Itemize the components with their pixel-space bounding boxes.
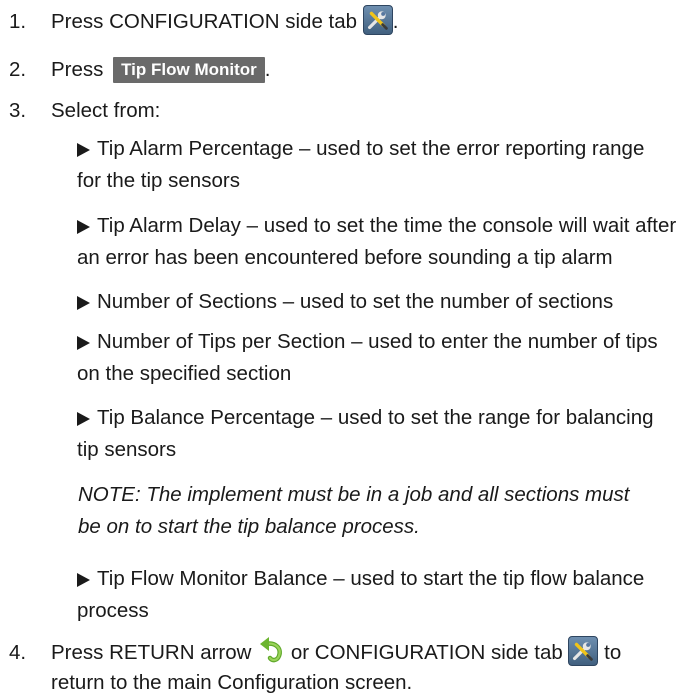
note: NOTE: The implement must be in a job and… [78,479,678,543]
list-item: Tip Balance Percentage – used to set the… [77,402,677,466]
bullet-triangle-icon [77,412,90,426]
step-text: Select from: [51,99,161,122]
bullet-triangle-icon [77,220,90,234]
bullet-triangle-icon [77,143,90,157]
option-line: Tip Alarm Percentage – used to set the e… [97,137,645,160]
step-text: Press RETURN arrow [51,641,252,664]
list-item: Number of Sections – used to set the num… [77,286,677,318]
option-line: for the tip sensors [77,169,240,192]
step-text: Press CONFIGURATION side tab [51,10,358,33]
step-number: 1. [9,10,27,33]
bullet-triangle-icon [77,336,90,350]
list-item: Tip Alarm Delay – used to set the time t… [77,210,677,274]
option-line: Tip Balance Percentage – used to set the… [97,406,654,429]
return-arrow-icon [257,636,285,665]
list-item: Number of Tips per Section – used to ent… [77,326,677,390]
option-line: Number of Tips per Section – used to ent… [97,330,658,353]
configuration-tools-icon [362,4,393,35]
step-end: . [392,10,399,33]
option-line: an error has been encountered before sou… [77,246,613,269]
note-line: be on to start the tip balance process. [78,515,420,538]
step-text: or CONFIGURATION side tab [290,641,563,664]
step-text: Press [51,58,104,81]
configuration-tools-icon [568,635,599,666]
step-number: 3. [9,99,27,122]
option-line: process [77,599,149,622]
step-end: . [264,58,271,81]
bullet-triangle-icon [77,573,90,587]
option-line: on the specified section [77,362,292,385]
option-line: Tip Alarm Delay – used to set the time t… [97,214,677,237]
tip-flow-monitor-button[interactable]: Tip Flow Monitor [113,57,265,83]
step-number: 4. [9,641,27,664]
option-line: tip sensors [77,438,177,461]
step-text: to [604,641,622,664]
list-item: Tip Alarm Percentage – used to set the e… [77,133,677,197]
step-number: 2. [9,58,27,81]
note-line: NOTE: The implement must be in a job and… [78,483,630,506]
option-line: Tip Flow Monitor Balance – used to start… [97,567,645,590]
option-line: Number of Sections – used to set the num… [97,290,614,313]
list-item: Tip Flow Monitor Balance – used to start… [77,563,677,627]
document-page: 1. Press CONFIGURATION side tab . 2. Pre… [0,0,696,694]
step-text: return to the main Configuration screen. [51,671,413,694]
bullet-triangle-icon [77,296,90,310]
